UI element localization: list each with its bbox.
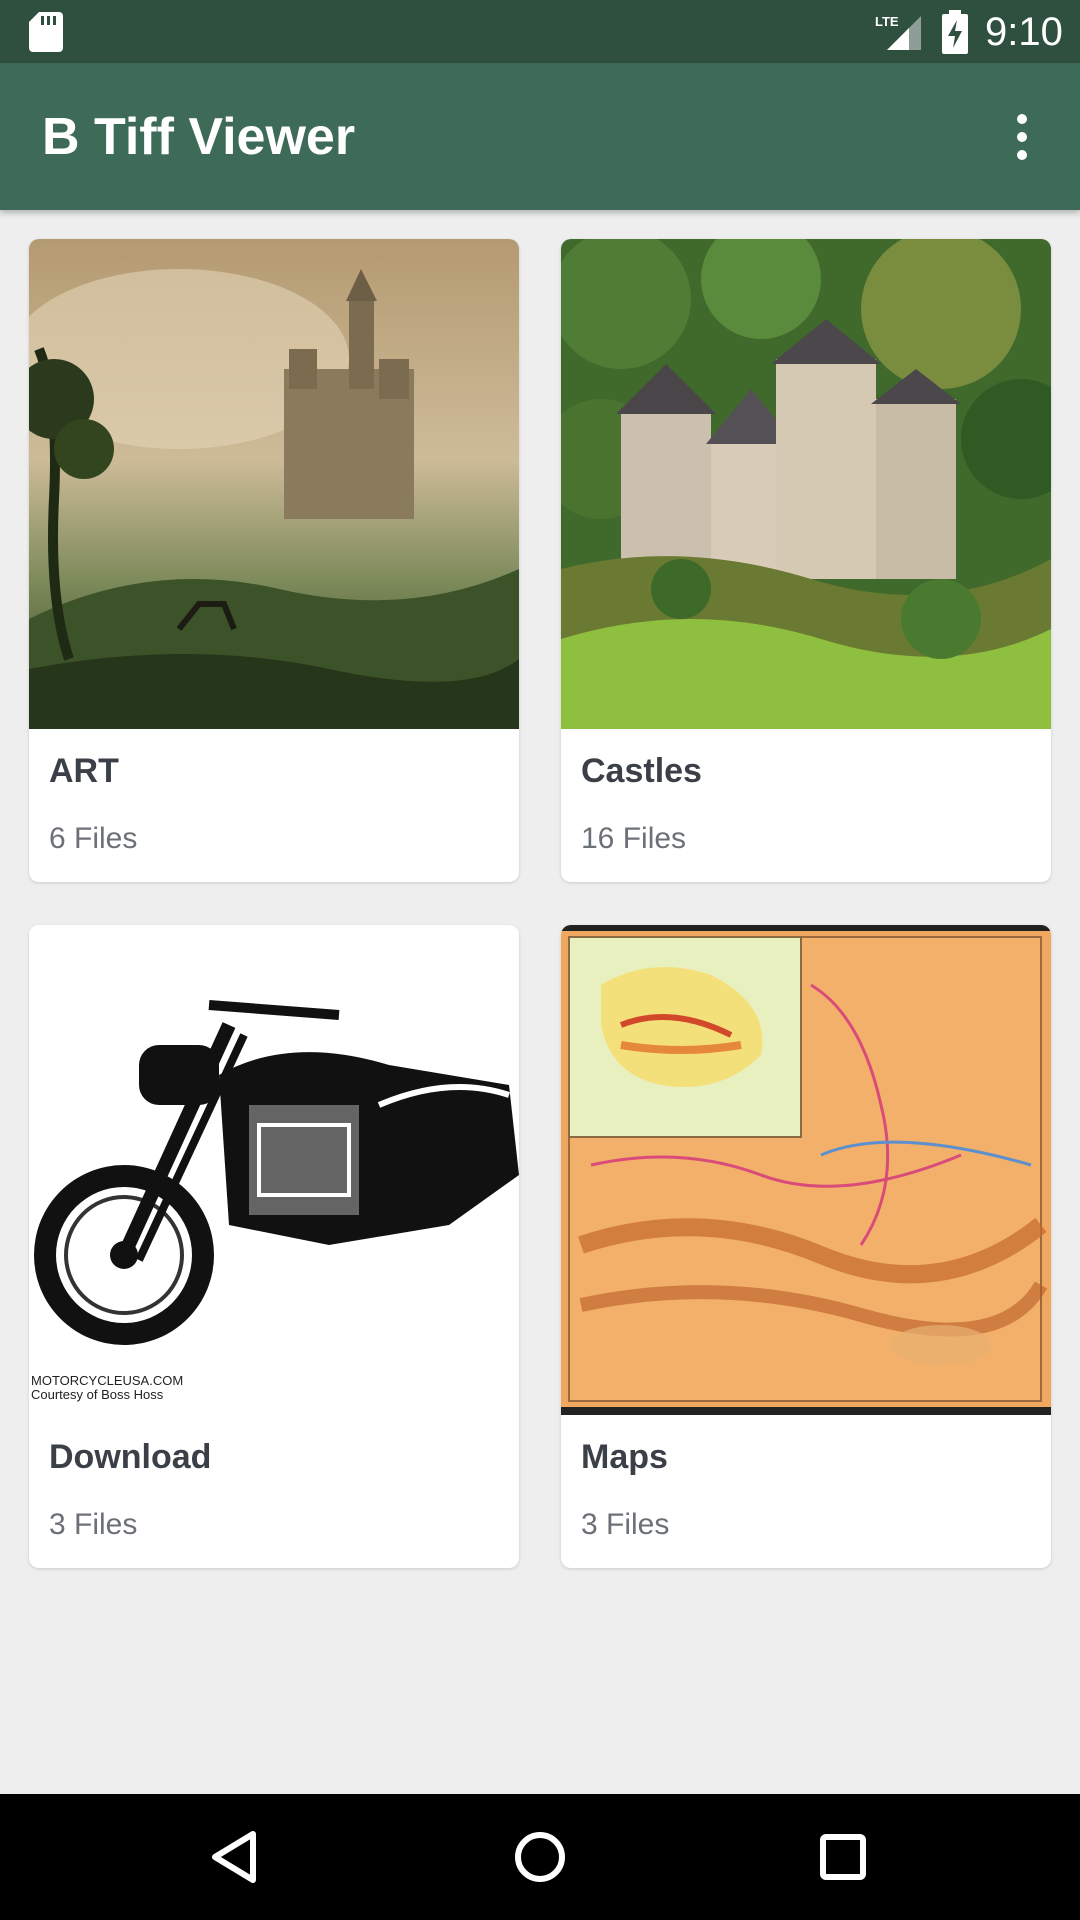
folder-card-download[interactable]: MOTORCYCLEUSA.COM Courtesy of Boss Hoss … bbox=[29, 925, 519, 1568]
folder-name: Download bbox=[49, 1438, 212, 1476]
app-bar: B Tiff Viewer bbox=[0, 63, 1080, 210]
folder-file-count: 3 Files bbox=[49, 1508, 138, 1541]
folder-card-maps[interactable]: Maps 3 Files bbox=[561, 925, 1051, 1568]
svg-text:MOTORCYCLEUSA.COM: MOTORCYCLEUSA.COM bbox=[31, 1373, 183, 1388]
folder-file-count: 16 Files bbox=[581, 822, 687, 855]
folder-file-count: 6 Files bbox=[49, 822, 138, 855]
folder-file-count: 3 Files bbox=[581, 1508, 670, 1541]
sd-card-icon bbox=[29, 12, 63, 52]
status-bar: LTE 9:10 bbox=[0, 0, 1080, 63]
folder-name: Castles bbox=[581, 752, 702, 790]
svg-text:Courtesy of Boss Hoss: Courtesy of Boss Hoss bbox=[31, 1387, 164, 1402]
folder-name: ART bbox=[49, 752, 119, 790]
folder-thumbnail-download: MOTORCYCLEUSA.COM Courtesy of Boss Hoss bbox=[29, 925, 519, 1415]
battery-charging-icon bbox=[942, 10, 968, 54]
folder-card-castles[interactable]: Castles 16 Files bbox=[561, 239, 1051, 882]
home-icon[interactable] bbox=[505, 1822, 575, 1892]
lte-signal-icon: LTE bbox=[875, 14, 921, 50]
folder-card-art[interactable]: ART 6 Files bbox=[29, 239, 519, 882]
folder-thumbnail-maps bbox=[561, 925, 1051, 1415]
folder-thumbnail-castles bbox=[561, 239, 1051, 729]
menu-dot bbox=[1017, 150, 1027, 160]
more-vert-icon[interactable] bbox=[1000, 105, 1044, 169]
navigation-bar bbox=[0, 1794, 1080, 1920]
app-title: B Tiff Viewer bbox=[42, 108, 356, 166]
status-clock: 9:10 bbox=[985, 10, 1063, 54]
menu-dot bbox=[1017, 114, 1027, 124]
folder-thumbnail-art bbox=[29, 239, 519, 729]
folder-name: Maps bbox=[581, 1438, 668, 1476]
back-icon[interactable] bbox=[201, 1822, 271, 1892]
recents-icon[interactable] bbox=[808, 1822, 878, 1892]
svg-text:LTE: LTE bbox=[875, 14, 899, 29]
menu-dot bbox=[1017, 132, 1027, 142]
